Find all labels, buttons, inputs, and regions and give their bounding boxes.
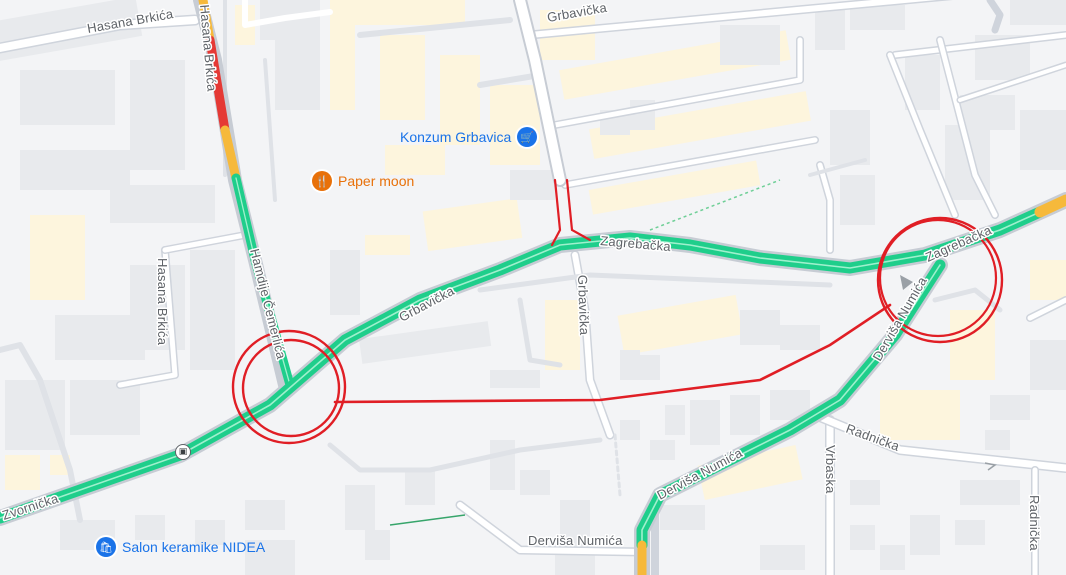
poi-label: Salon keramike NIDEA xyxy=(122,539,266,555)
label-grbavicka-vertical: Grbavička xyxy=(575,275,592,336)
label-radnicka-right: Radnička xyxy=(1027,495,1042,551)
poi-konzum-grbavica[interactable]: Konzum Grbavica 🛒 xyxy=(400,127,538,147)
poi-label: Konzum Grbavica xyxy=(400,129,512,145)
restaurant-icon: 🍴 xyxy=(312,171,332,191)
poi-salon-keramike-nidea[interactable]: 🛍 Salon keramike NIDEA xyxy=(96,537,265,557)
map-svg: Hasana Brkića Hasana Brkića Grbavička Za… xyxy=(0,0,1066,575)
label-hasana-brkica-side: Hasana Brkića xyxy=(155,258,170,346)
footpath-2 xyxy=(389,514,466,526)
label-dervisa-numica-bottom: Derviša Numića xyxy=(528,533,623,548)
map-canvas[interactable]: Hasana Brkića Hasana Brkića Grbavička Za… xyxy=(0,0,1066,575)
shopping-cart-icon: 🛒 xyxy=(517,127,538,147)
label-zvornicka: Zvornička xyxy=(0,490,60,522)
poi-label: Paper moon xyxy=(338,173,415,189)
label-hasana-brkica-vertical: Hasana Brkića xyxy=(197,4,220,93)
poi-paper-moon[interactable]: 🍴 Paper moon xyxy=(312,171,414,191)
label-vrbaska: Vrbaska xyxy=(823,445,838,494)
bus-stop-icon[interactable]: ▣ xyxy=(175,444,191,460)
oneway-arrow-icon xyxy=(984,462,997,471)
shopping-bag-icon: 🛍 xyxy=(96,537,116,557)
